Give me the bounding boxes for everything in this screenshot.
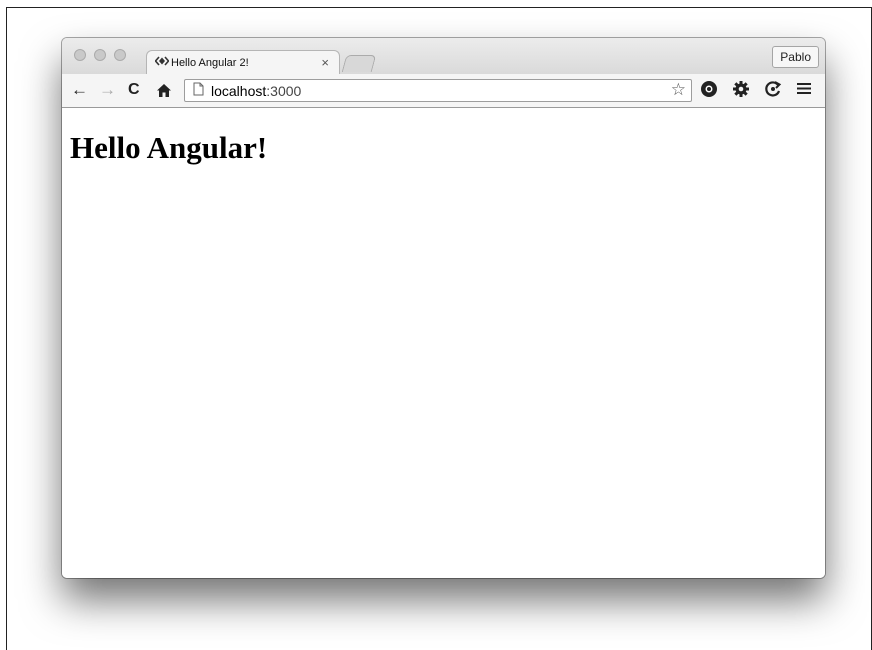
- sync-icon[interactable]: [764, 80, 782, 103]
- tab-title: Hello Angular 2!: [171, 57, 249, 69]
- chrome-extension-icon[interactable]: [700, 80, 718, 103]
- back-arrow-icon[interactable]: ←: [71, 80, 88, 100]
- reload-icon[interactable]: C: [128, 80, 140, 100]
- close-window-button[interactable]: [74, 49, 86, 61]
- angular-logo-icon: [154, 56, 170, 69]
- profile-button[interactable]: Pablo: [772, 46, 819, 68]
- menu-icon[interactable]: [796, 80, 812, 101]
- address-bar[interactable]: localhost:3000 ☆: [184, 79, 692, 102]
- browser-tab[interactable]: Hello Angular 2! ×: [146, 50, 340, 75]
- url-host: localhost: [211, 83, 267, 99]
- url-text[interactable]: localhost:3000: [211, 83, 301, 99]
- new-tab-button[interactable]: [341, 55, 377, 72]
- bookmark-star-icon[interactable]: ☆: [671, 80, 686, 100]
- tab-close-icon[interactable]: ×: [321, 55, 329, 70]
- page-icon: [193, 82, 204, 99]
- home-icon[interactable]: [156, 83, 172, 103]
- browser-window: Hello Angular 2! × Pablo ← → C localhost…: [62, 38, 825, 578]
- url-port: :3000: [266, 83, 302, 99]
- minimize-window-button[interactable]: [94, 49, 106, 61]
- settings-gear-icon[interactable]: [732, 80, 750, 103]
- page-content: Hello Angular!: [62, 108, 825, 578]
- maximize-window-button[interactable]: [114, 49, 126, 61]
- page-heading: Hello Angular!: [70, 130, 268, 165]
- browser-toolbar: ← → C localhost:3000 ☆: [62, 74, 825, 108]
- title-bar: Hello Angular 2! × Pablo: [62, 38, 825, 75]
- forward-arrow-icon[interactable]: →: [99, 80, 116, 100]
